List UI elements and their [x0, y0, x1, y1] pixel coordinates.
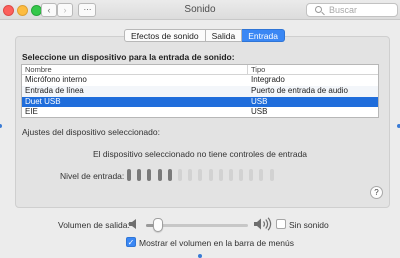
level-segment [188, 169, 193, 181]
input-level-label: Nivel de entrada: [60, 171, 125, 181]
table-row[interactable]: EIE USB [22, 107, 378, 117]
device-table: Nombre Tipo Micrófono interno Integrado … [21, 64, 379, 118]
search-icon [315, 6, 322, 13]
no-controls-message: El dispositivo seleccionado no tiene con… [92, 149, 308, 159]
mute-checkbox[interactable] [276, 219, 286, 229]
checkmark-icon: ✓ [127, 238, 135, 247]
help-icon: ? [374, 188, 379, 197]
tab-input[interactable]: Entrada [242, 29, 285, 42]
level-segment [177, 169, 182, 181]
device-name: EIE [25, 107, 38, 117]
show-volume-menubar-checkbox[interactable]: ✓ [126, 237, 136, 247]
column-header-type[interactable]: Tipo [248, 65, 265, 74]
device-name: Entrada de línea [25, 85, 84, 95]
mute-label[interactable]: Sin sonido [289, 220, 329, 230]
volume-slider-thumb[interactable] [153, 218, 164, 232]
resize-handle-left[interactable] [0, 124, 2, 128]
level-segment [127, 169, 131, 181]
level-segment [218, 169, 223, 181]
tab-bar: Efectos de sonido Salida Entrada [124, 29, 285, 42]
level-segment [239, 169, 244, 181]
output-volume-label: Volumen de salida: [58, 220, 130, 230]
level-segment [259, 169, 264, 181]
device-type: USB [251, 107, 268, 117]
speaker-low-icon [129, 219, 136, 229]
level-segment [228, 169, 233, 181]
input-level-meter [127, 169, 274, 181]
search-placeholder: Buscar [329, 5, 358, 15]
table-row[interactable]: Entrada de línea Puerto de entrada de au… [22, 85, 378, 97]
level-segment [208, 169, 213, 181]
level-segment [157, 169, 162, 181]
device-type: Puerto de entrada de audio [251, 85, 348, 95]
search-field[interactable]: Buscar [306, 3, 398, 17]
column-header-name[interactable]: Nombre [22, 65, 248, 74]
title-bar: ‹ › ⋯ Sonido Buscar [0, 0, 400, 20]
tab-sound-effects[interactable]: Efectos de sonido [124, 29, 206, 42]
device-type: Integrado [251, 75, 285, 84]
level-segment [147, 169, 152, 181]
device-settings-label: Ajustes del dispositivo seleccionado: [22, 127, 160, 137]
device-name: Micrófono interno [25, 75, 87, 84]
help-button[interactable]: ? [370, 186, 383, 199]
show-volume-menubar-label[interactable]: Mostrar el volumen en la barra de menús [139, 238, 294, 248]
device-select-label: Seleccione un dispositivo para la entrad… [22, 52, 235, 62]
table-header: Nombre Tipo [22, 65, 378, 75]
tab-output[interactable]: Salida [205, 29, 243, 42]
table-row[interactable]: Micrófono interno Integrado [22, 75, 378, 86]
level-segment [198, 169, 203, 181]
level-segment [249, 169, 254, 181]
device-type: USB [251, 96, 268, 106]
level-segment [137, 169, 142, 181]
resize-handle-bottom[interactable] [198, 254, 202, 258]
device-name: Duet USB [25, 96, 61, 106]
level-segment [167, 169, 172, 181]
level-segment [269, 169, 274, 181]
speaker-high-icon [254, 217, 272, 231]
table-row-selected[interactable]: Duet USB USB [22, 96, 378, 108]
